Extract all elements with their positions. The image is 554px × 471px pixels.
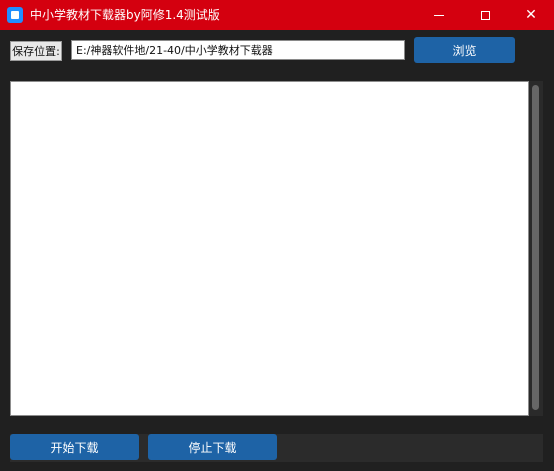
window-title: 中小学教材下载器by阿修1.4测试版 (30, 8, 220, 22)
browse-button[interactable]: 浏览 (414, 37, 515, 63)
minimize-button[interactable] (416, 0, 462, 30)
close-button[interactable]: ✕ (508, 0, 554, 30)
save-location-label: 保存位置: (10, 41, 62, 61)
scrollbar-thumb[interactable] (532, 85, 539, 410)
minimize-icon (434, 14, 444, 16)
start-download-button[interactable]: 开始下载 (10, 434, 139, 460)
app-icon (7, 7, 23, 23)
save-path-input[interactable] (71, 40, 405, 60)
title-bar: 中小学教材下载器by阿修1.4测试版 ✕ (0, 0, 554, 30)
maximize-button[interactable] (462, 0, 508, 30)
maximize-icon (480, 10, 490, 20)
stop-download-button[interactable]: 停止下载 (148, 434, 277, 460)
log-output-area[interactable] (10, 81, 529, 416)
close-icon: ✕ (525, 7, 537, 23)
log-scrollbar[interactable] (529, 81, 543, 416)
